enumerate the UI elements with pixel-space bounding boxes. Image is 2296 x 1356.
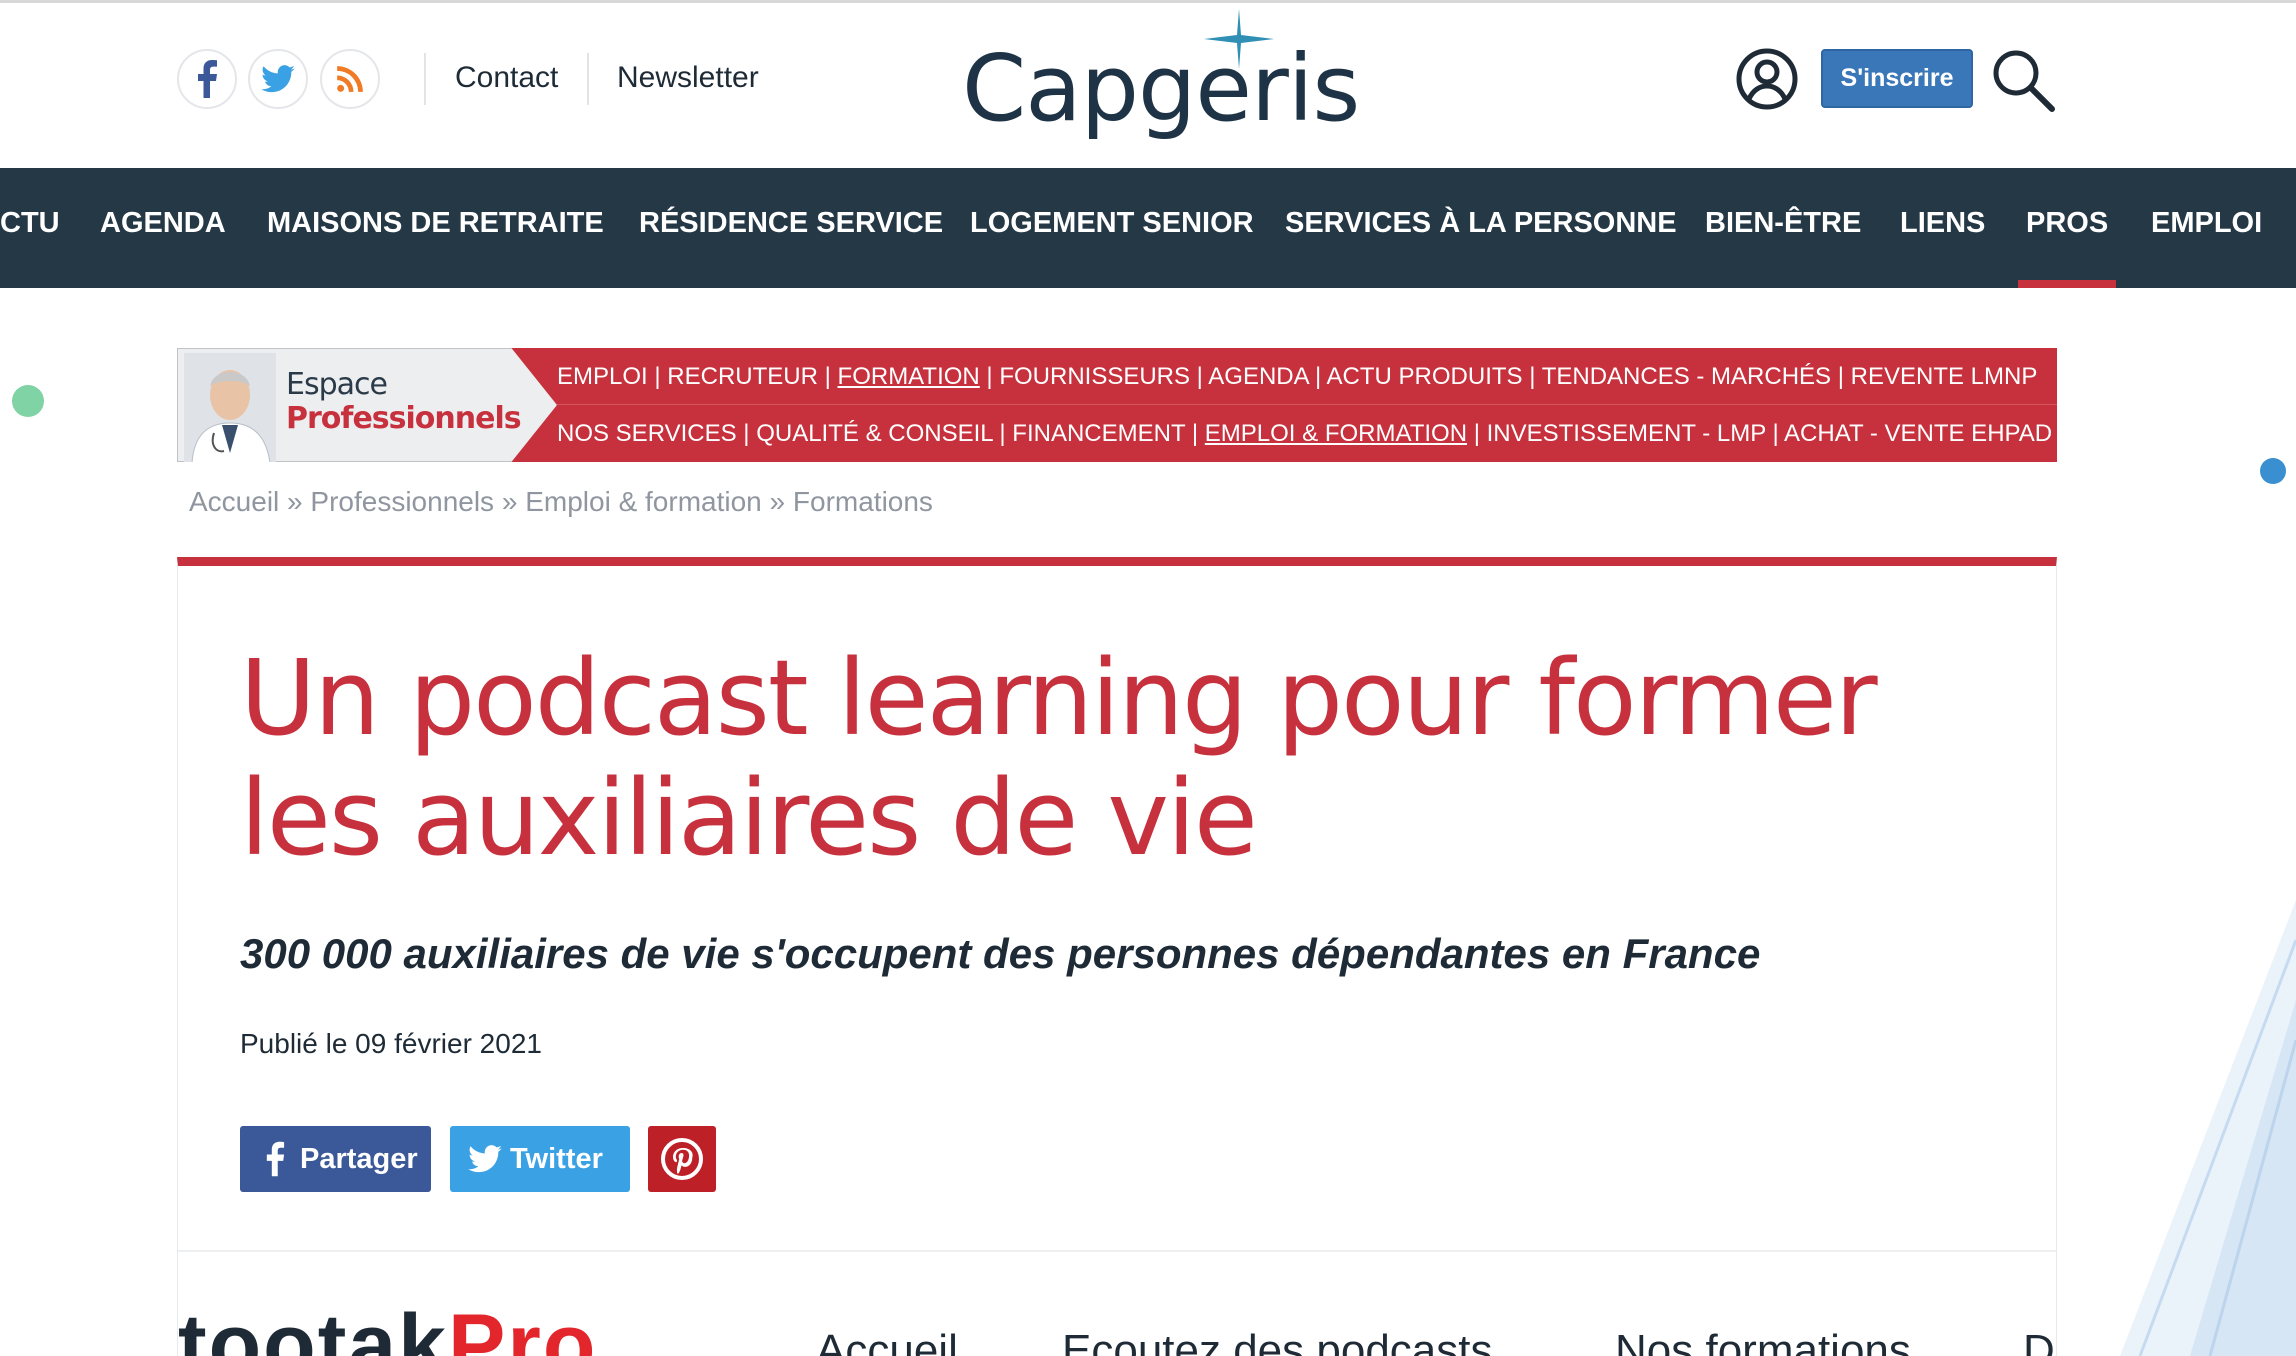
contact-link[interactable]: Contact	[455, 61, 558, 95]
pros-link-qualite-conseil[interactable]: QUALITÉ & CONSEIL	[756, 420, 993, 447]
facebook-icon	[266, 1141, 285, 1177]
publication-date: Publié le 09 février 2021	[240, 1028, 542, 1059]
pros-link-financement[interactable]: FINANCEMENT	[1012, 420, 1185, 447]
rss-icon	[337, 66, 363, 92]
doctor-portrait-image	[184, 353, 276, 462]
nav-item-actu[interactable]: CTU	[0, 168, 60, 288]
pros-link-fournisseurs[interactable]: FOURNISSEURS	[999, 363, 1190, 390]
pros-link-nos-services[interactable]: NOS SERVICES	[557, 420, 737, 447]
pros-link-tendances-marches[interactable]: TENDANCES - MARCHÉS	[1542, 363, 1831, 390]
breadcrumb-emploi-formation[interactable]: Emploi & formation	[525, 486, 762, 517]
nav-item-bien-etre[interactable]: BIEN-ÊTRE	[1705, 168, 1861, 288]
pros-link-revente-lmnp[interactable]: REVENTE LMNP	[1851, 363, 2038, 390]
decorative-dot	[12, 385, 44, 417]
article-card: Un podcast learning pour former les auxi…	[177, 557, 2057, 1356]
nav-item-liens[interactable]: LIENS	[1900, 168, 1985, 288]
pros-links-row-1: EMPLOI | RECRUTEUR | FORMATION | FOURNIS…	[557, 363, 2038, 390]
breadcrumb-accueil[interactable]: Accueil	[189, 486, 279, 517]
embed-nav-more[interactable]: D	[2023, 1326, 2055, 1356]
pinterest-share-button[interactable]	[648, 1126, 716, 1192]
pros-link-agenda[interactable]: AGENDA	[1208, 363, 1308, 390]
pros-link-emploi[interactable]: EMPLOI	[557, 363, 648, 390]
decorative-background-graphic	[2120, 900, 2296, 1356]
pros-link-actu-produits[interactable]: ACTU PRODUITS	[1327, 363, 1523, 390]
pros-links-row-2: NOS SERVICES | QUALITÉ & CONSEIL | FINAN…	[557, 420, 2053, 447]
professionnels-label: Professionnels	[286, 401, 522, 436]
pros-link-achat-vente-ehpad[interactable]: ACHAT - VENTE EHPAD	[1784, 420, 2052, 447]
nav-item-maisons-de-retraite[interactable]: MAISONS DE RETRAITE	[267, 168, 604, 288]
header-divider	[587, 53, 589, 105]
embed-nav-ecoutez-podcasts[interactable]: Ecoutez des podcasts	[1062, 1326, 1492, 1356]
article-title: Un podcast learning pour former les auxi…	[240, 637, 1878, 879]
pros-banner: Espace Professionnels EMPLOI | RECRUTEUR…	[177, 348, 2057, 462]
article-subtitle: 300 000 auxiliaires de vie s'occupent de…	[240, 930, 1761, 977]
nav-item-agenda[interactable]: AGENDA	[100, 168, 226, 288]
pros-link-investissement-lmp[interactable]: INVESTISSEMENT - LMP	[1487, 420, 1766, 447]
search-icon[interactable]	[1990, 47, 2056, 113]
site-header: Contact Newsletter Capgeris S'inscrire	[0, 3, 2296, 168]
register-button[interactable]: S'inscrire	[1821, 49, 1973, 108]
capgeris-logo[interactable]: Capgeris	[958, 3, 1360, 142]
logo-text: Capgeris	[962, 35, 1360, 142]
pinterest-icon	[661, 1138, 703, 1180]
user-account-icon[interactable]	[1735, 47, 1799, 111]
twitter-icon	[468, 1145, 502, 1173]
newsletter-link[interactable]: Newsletter	[617, 61, 759, 95]
breadcrumb-separator: »	[287, 486, 303, 517]
twitter-icon	[261, 65, 295, 93]
nav-item-emploi[interactable]: EMPLOI	[2151, 168, 2262, 288]
twitter-social-button[interactable]	[248, 49, 308, 109]
content-divider	[178, 1250, 2056, 1252]
pros-row-divider	[557, 404, 2057, 405]
espace-label: Espace	[286, 367, 388, 402]
decorative-dot	[2260, 458, 2286, 484]
nav-item-residence-service[interactable]: RÉSIDENCE SERVICE	[639, 168, 943, 288]
logo-star-icon	[1204, 9, 1274, 69]
breadcrumb-formations[interactable]: Formations	[793, 486, 933, 517]
twitter-share-button[interactable]: Twitter	[450, 1126, 630, 1192]
pros-link-emploi-formation[interactable]: EMPLOI & FORMATION	[1205, 420, 1467, 447]
embed-nav-nos-formations[interactable]: Nos formations	[1615, 1326, 1911, 1356]
tootak-logo-text: tootak	[178, 1297, 448, 1356]
tootak-pro-logo[interactable]: tootakPro	[178, 1296, 597, 1356]
facebook-icon	[198, 60, 217, 98]
breadcrumb: Accueil » Professionnels » Emploi & form…	[189, 486, 933, 518]
nav-item-logement-senior[interactable]: LOGEMENT SENIOR	[970, 168, 1254, 288]
breadcrumb-separator: »	[501, 486, 518, 517]
facebook-share-button[interactable]: Partager	[240, 1126, 431, 1192]
main-nav: CTU AGENDA MAISONS DE RETRAITE RÉSIDENCE…	[0, 168, 2296, 288]
breadcrumb-separator: »	[769, 486, 786, 517]
rss-social-button[interactable]	[320, 49, 380, 109]
facebook-social-button[interactable]	[177, 49, 237, 109]
espace-professionnels-badge[interactable]: Espace Professionnels	[177, 348, 557, 462]
header-divider	[424, 53, 426, 105]
nav-item-pros[interactable]: PROS	[2017, 168, 2117, 288]
facebook-share-label: Partager	[300, 1142, 418, 1175]
embed-nav-accueil[interactable]: Accueil	[816, 1326, 958, 1356]
pros-link-recruteur[interactable]: RECRUTEUR	[667, 363, 818, 390]
pros-link-formation[interactable]: FORMATION	[838, 363, 980, 390]
twitter-share-label: Twitter	[510, 1142, 603, 1175]
pro-logo-text: Pro	[448, 1297, 598, 1356]
nav-item-services-a-la-personne[interactable]: SERVICES À LA PERSONNE	[1285, 168, 1677, 288]
breadcrumb-professionnels[interactable]: Professionnels	[310, 486, 494, 517]
